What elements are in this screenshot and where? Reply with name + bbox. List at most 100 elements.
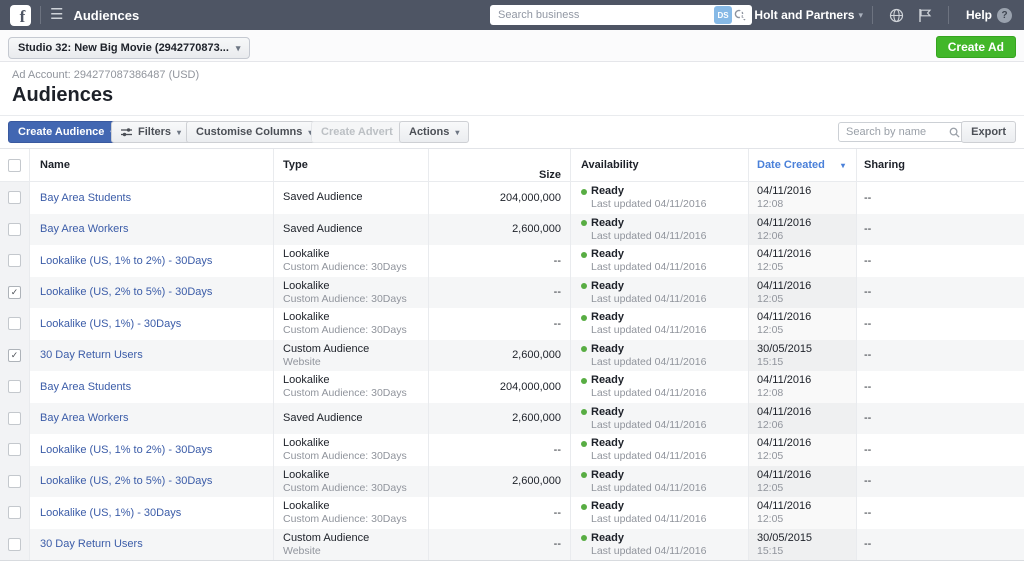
last-updated-text: Last updated 04/11/2016	[591, 544, 707, 557]
audience-name-cell: Lookalike (US, 1%) - 30Days	[30, 308, 274, 340]
row-checkbox[interactable]	[8, 254, 21, 268]
column-header-name[interactable]: Name	[30, 149, 274, 181]
row-checkbox-cell[interactable]	[0, 497, 30, 529]
row-checkbox-cell[interactable]: ✓	[0, 339, 30, 371]
avatar[interactable]: DS	[714, 6, 733, 24]
audience-name-cell: Bay Area Students	[30, 182, 274, 214]
row-checkbox-cell[interactable]: ✓	[0, 276, 30, 308]
select-all-checkbox[interactable]	[8, 158, 21, 172]
last-updated-text: Last updated 04/11/2016	[591, 292, 707, 305]
row-checkbox-cell[interactable]	[0, 402, 30, 434]
menu-icon[interactable]: ☰	[50, 0, 63, 30]
search-icon[interactable]	[949, 127, 960, 138]
chevron-down-icon: ▾	[177, 127, 182, 137]
row-checkbox-cell[interactable]	[0, 465, 30, 497]
chevron-down-icon: ▾	[455, 127, 460, 137]
row-checkbox-cell[interactable]	[0, 213, 30, 245]
row-checkbox[interactable]	[8, 317, 21, 331]
create-advert-button[interactable]: Create Advert	[311, 121, 403, 143]
date-created-cell: 04/11/2016 12:05	[749, 308, 857, 340]
create-audience-button[interactable]: Create Audience ▾	[8, 121, 125, 143]
divider	[40, 6, 41, 24]
row-checkbox-cell[interactable]	[0, 434, 30, 466]
status-text: Ready	[591, 279, 625, 292]
table-row: 30 Day Return Users Custom Audience Websi…	[0, 528, 1024, 560]
chevron-down-icon[interactable]: ▾	[858, 10, 863, 21]
row-checkbox[interactable]: ✓	[8, 348, 21, 362]
customise-columns-button[interactable]: Customise Columns ▾	[186, 121, 323, 143]
row-checkbox[interactable]	[8, 506, 21, 520]
last-updated-text: Last updated 04/11/2016	[591, 355, 707, 368]
export-button[interactable]: Export	[961, 121, 1016, 143]
sharing-cell: --	[864, 380, 872, 393]
ad-account-selector[interactable]: Studio 32: New Big Movie (2942770873... …	[8, 37, 251, 59]
row-checkbox[interactable]	[8, 222, 21, 236]
sharing-cell: --	[864, 538, 872, 551]
audience-name-link[interactable]: Lookalike (US, 1% to 2%) - 30Days	[40, 444, 273, 456]
audience-name-link[interactable]: Lookalike (US, 1% to 2%) - 30Days	[40, 255, 273, 267]
row-checkbox[interactable]	[8, 191, 21, 205]
create-ad-button[interactable]: Create Ad	[935, 36, 1016, 58]
filters-button[interactable]: Filters ▾	[111, 121, 192, 143]
globe-icon[interactable]	[889, 8, 904, 23]
table-row: Lookalike (US, 2% to 5%) - 30Days Lookal…	[0, 465, 1024, 497]
facebook-logo-icon[interactable]: f	[10, 4, 31, 26]
row-checkbox[interactable]	[8, 411, 21, 425]
row-checkbox[interactable]	[8, 537, 21, 551]
availability-cell: Ready Last updated 04/11/2016	[571, 308, 749, 340]
create-advert-label: Create Advert	[321, 126, 393, 138]
audience-size-cell: 2,600,000	[429, 402, 571, 434]
status-dot-icon	[581, 283, 587, 290]
column-header-size[interactable]: Size	[429, 149, 571, 181]
top-nav-right-cluster: DS B. Holt and Partners ▾ Help ?	[695, 0, 1024, 30]
row-checkbox[interactable]: ✓	[8, 285, 21, 299]
table-row: Lookalike (US, 1% to 2%) - 30Days Lookal…	[0, 245, 1024, 277]
row-checkbox-cell[interactable]	[0, 245, 30, 277]
column-header-sharing[interactable]: Sharing	[857, 149, 1024, 181]
sharing-cell: --	[864, 349, 872, 362]
audience-type-cell: Custom Audience Website	[274, 339, 429, 371]
audience-name-link[interactable]: Bay Area Workers	[40, 223, 273, 235]
date-created-cell: 30/05/2015 15:15	[749, 339, 857, 371]
account-menu[interactable]: B. Holt and Partners	[739, 8, 854, 22]
audience-size-cell: 204,000,000	[429, 371, 571, 403]
column-header-type[interactable]: Type	[274, 149, 429, 181]
audience-name-cell: Lookalike (US, 1% to 2%) - 30Days	[30, 245, 274, 277]
status-text: Ready	[591, 185, 625, 198]
flag-icon[interactable]	[918, 8, 932, 23]
audience-name-link[interactable]: Lookalike (US, 1%) - 30Days	[40, 507, 273, 519]
question-circle-icon[interactable]: ?	[997, 7, 1012, 23]
audience-name-link[interactable]: Bay Area Workers	[40, 412, 273, 424]
name-search-input[interactable]	[839, 124, 949, 140]
column-header-date-created[interactable]: Date Created ▾	[749, 149, 857, 181]
divider	[0, 115, 1024, 116]
help-link[interactable]: Help	[966, 8, 992, 22]
audience-size-cell: 204,000,000	[429, 182, 571, 214]
audience-name-link[interactable]: Bay Area Students	[40, 381, 273, 393]
audience-name-link[interactable]: Lookalike (US, 1%) - 30Days	[40, 318, 273, 330]
status-text: Ready	[591, 500, 625, 513]
row-checkbox[interactable]	[8, 474, 21, 488]
status-dot-icon	[581, 440, 587, 447]
row-checkbox-cell[interactable]	[0, 182, 30, 214]
row-checkbox-cell[interactable]	[0, 528, 30, 560]
row-checkbox-cell[interactable]	[0, 308, 30, 340]
status-text: Ready	[591, 216, 625, 229]
actions-button[interactable]: Actions ▾	[399, 121, 470, 143]
audience-name-link[interactable]: 30 Day Return Users	[40, 349, 273, 361]
audience-name-link[interactable]: Bay Area Students	[40, 192, 273, 204]
divider	[947, 6, 949, 24]
row-checkbox[interactable]	[8, 380, 21, 394]
table-row: Lookalike (US, 1%) - 30Days Lookalike Cus…	[0, 308, 1024, 340]
row-checkbox[interactable]	[8, 443, 21, 457]
chevron-down-icon: ▾	[235, 42, 241, 53]
column-header-availability[interactable]: Availability	[571, 149, 749, 181]
select-all-checkbox-cell[interactable]	[0, 149, 30, 181]
availability-cell: Ready Last updated 04/11/2016	[571, 276, 749, 308]
row-checkbox-cell[interactable]	[0, 371, 30, 403]
audience-name-link[interactable]: Lookalike (US, 2% to 5%) - 30Days	[40, 286, 273, 298]
audience-name-link[interactable]: 30 Day Return Users	[40, 538, 273, 550]
sharing-cell: --	[864, 223, 872, 236]
audience-name-link[interactable]: Lookalike (US, 2% to 5%) - 30Days	[40, 475, 273, 487]
last-updated-text: Last updated 04/11/2016	[591, 387, 707, 400]
